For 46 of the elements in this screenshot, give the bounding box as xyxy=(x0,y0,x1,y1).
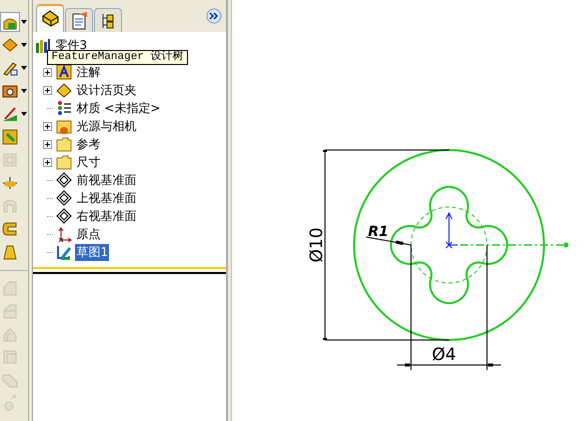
feature-tree-icon[interactable] xyxy=(36,4,64,32)
dropdown-arrow-icon[interactable] xyxy=(21,88,28,94)
expand-icon[interactable] xyxy=(42,158,52,166)
expand-icon[interactable] xyxy=(42,86,52,94)
tree-item[interactable]: 尺寸 xyxy=(75,154,102,170)
dimension-label[interactable]: Ø10 xyxy=(307,228,327,262)
tree-item[interactable]: 光源与相机 xyxy=(75,118,138,134)
dimension-label[interactable]: R1 xyxy=(368,224,389,240)
folder-icon xyxy=(56,154,72,170)
dimension-label[interactable]: Ø4 xyxy=(432,345,456,365)
material-icon xyxy=(56,100,72,116)
dropdown-arrow-icon[interactable] xyxy=(21,66,28,70)
expand-icon[interactable] xyxy=(42,122,52,130)
tree-item[interactable]: 材质 <未指定> xyxy=(75,100,162,116)
extrude-icon[interactable] xyxy=(0,127,20,147)
expand-icon[interactable] xyxy=(42,68,52,76)
expand-chevron-icon[interactable] xyxy=(206,8,222,24)
annotation-icon xyxy=(56,64,72,80)
plane-icon xyxy=(56,172,72,188)
dropdown-arrow-icon[interactable] xyxy=(21,42,28,48)
dropdown-arrow-icon[interactable] xyxy=(21,20,28,24)
origin-drawing xyxy=(446,212,458,248)
plane-icon xyxy=(56,190,72,206)
tree-item[interactable]: 草图1 xyxy=(75,244,110,260)
dropdown-arrow-icon[interactable] xyxy=(21,112,28,116)
tree-item[interactable]: 上视基准面 xyxy=(75,190,138,206)
sketch-icon xyxy=(56,244,72,260)
lights-folder-icon xyxy=(56,118,72,134)
tree-item[interactable]: 原点 xyxy=(75,226,102,242)
configuration-icon[interactable] xyxy=(94,8,122,32)
binder-icon xyxy=(56,82,72,98)
tree-item[interactable]: 右视基准面 xyxy=(75,208,138,224)
tree-item[interactable]: 参考 xyxy=(75,136,102,152)
sketch-tool-icon[interactable] xyxy=(0,12,20,32)
tree-item[interactable]: 设计活页夹 xyxy=(75,82,138,98)
expand-icon[interactable] xyxy=(42,140,52,148)
splitter-bar[interactable] xyxy=(33,267,226,274)
tree-item[interactable]: 前视基准面 xyxy=(75,172,138,188)
endpoint xyxy=(564,242,568,248)
leader-line xyxy=(366,236,412,246)
tree-item[interactable]: 注解 xyxy=(75,64,102,80)
origin-icon xyxy=(56,226,72,242)
folder-icon xyxy=(56,136,72,152)
plane-icon xyxy=(56,208,72,224)
property-sheet-icon[interactable] xyxy=(65,8,94,32)
part-icon xyxy=(35,37,52,53)
